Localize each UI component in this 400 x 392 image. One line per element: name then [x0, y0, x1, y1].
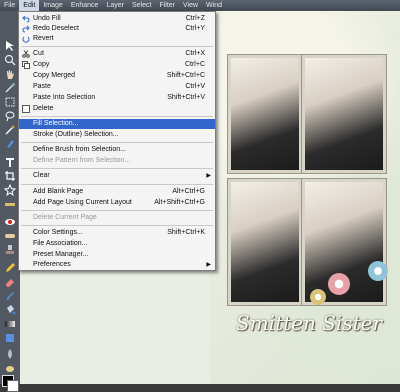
menu-file[interactable]: File: [0, 0, 19, 11]
sponge-tool-icon[interactable]: [3, 361, 16, 374]
menu-item-copy[interactable]: Copy Ctrl+C: [19, 60, 215, 70]
menu-item-copy-merged[interactable]: Copy Merged Shift+Ctrl+C: [19, 71, 215, 81]
menu-separator: [21, 168, 213, 169]
menu-item-clear[interactable]: Clear ▶: [19, 171, 215, 181]
menu-window[interactable]: Wind: [202, 0, 226, 11]
lasso-tool-icon[interactable]: [3, 109, 16, 122]
brush-tool-icon[interactable]: [3, 289, 16, 302]
paint-bucket-icon[interactable]: [3, 303, 16, 316]
flower-decoration: [328, 273, 350, 295]
flower-decoration-gold: [310, 289, 326, 305]
menu-filter[interactable]: Filter: [155, 0, 179, 11]
scrapbook-page: Smitten Sister: [210, 11, 400, 384]
menu-item-delete-current-page[interactable]: Delete Current Page: [19, 213, 215, 223]
blur-tool-icon[interactable]: [3, 347, 16, 360]
menu-view[interactable]: View: [179, 0, 202, 11]
zoom-tool-icon[interactable]: [3, 53, 16, 66]
move-tool-icon[interactable]: [3, 39, 16, 52]
menu-item-add-page-current-layout[interactable]: Add Page Using Current Layout Alt+Shift+…: [19, 198, 215, 208]
menu-select[interactable]: Select: [128, 0, 155, 11]
menu-item-color-settings[interactable]: Color Settings... Shift+Ctrl+K: [19, 228, 215, 238]
crop-tool-icon[interactable]: [3, 169, 16, 182]
color-swatch-icon[interactable]: [2, 375, 19, 392]
menu-separator: [21, 46, 213, 47]
type-tool-icon[interactable]: [3, 155, 16, 168]
menu-enhance[interactable]: Enhance: [67, 0, 103, 11]
eyedropper-icon[interactable]: [3, 81, 16, 94]
menu-item-preferences[interactable]: Preferences ▶: [19, 260, 215, 270]
photo-top-left: [228, 55, 302, 173]
hand-tool-icon[interactable]: [3, 67, 16, 80]
cookie-cutter-icon[interactable]: [3, 183, 16, 196]
menu-item-undo[interactable]: Undo Fill Ctrl+Z: [19, 14, 215, 24]
photo-bottom-left: [228, 179, 302, 305]
menu-item-define-pattern[interactable]: Define Pattern from Selection...: [19, 156, 215, 166]
menu-separator: [21, 225, 213, 226]
menu-layer[interactable]: Layer: [102, 0, 128, 11]
magic-wand-icon[interactable]: [3, 123, 16, 136]
eraser-tool-icon[interactable]: [3, 275, 16, 288]
spot-healing-icon[interactable]: [3, 229, 16, 242]
marquee-tool-icon[interactable]: [3, 95, 16, 108]
pencil-tool-icon[interactable]: [3, 261, 16, 274]
menu-image[interactable]: Image: [39, 0, 66, 11]
menu-item-paste[interactable]: Paste Ctrl+V: [19, 82, 215, 92]
submenu-arrow-icon: ▶: [206, 262, 211, 268]
menu-item-preset-manager[interactable]: Preset Manager...: [19, 250, 215, 260]
menu-item-redo[interactable]: Redo Deselect Ctrl+Y: [19, 24, 215, 34]
menu-separator: [21, 116, 213, 117]
menu-item-revert[interactable]: Revert: [19, 34, 215, 44]
cut-icon: [22, 50, 30, 58]
menu-item-delete[interactable]: Delete: [19, 104, 215, 114]
menu-separator: [21, 184, 213, 185]
selection-brush-icon[interactable]: [3, 137, 16, 150]
gradient-tool-icon[interactable]: [3, 317, 16, 330]
menu-item-file-association[interactable]: File Association...: [19, 239, 215, 249]
menu-item-stroke-selection[interactable]: Stroke (Outline) Selection...: [19, 130, 215, 140]
menu-separator: [21, 142, 213, 143]
straighten-tool-icon[interactable]: [3, 197, 16, 210]
photo-top-right: [302, 55, 386, 173]
menu-item-add-blank-page[interactable]: Add Blank Page Alt+Ctrl+G: [19, 187, 215, 197]
undo-icon: [22, 15, 30, 23]
clone-stamp-icon[interactable]: [3, 243, 16, 256]
menu-item-paste-into-selection[interactable]: Paste Into Selection Shift+Ctrl+V: [19, 93, 215, 103]
flower-decoration-blue: [368, 261, 388, 281]
shape-tool-icon[interactable]: [3, 331, 16, 344]
red-eye-icon[interactable]: [3, 215, 16, 228]
menu-separator: [21, 210, 213, 211]
edit-menu-dropdown: Undo Fill Ctrl+Z Redo Deselect Ctrl+Y Re…: [18, 11, 216, 271]
menu-edit[interactable]: Edit: [19, 0, 40, 11]
revert-icon: [22, 36, 30, 43]
menu-item-define-brush[interactable]: Define Brush from Selection...: [19, 145, 215, 155]
title-art: Smitten Sister: [236, 311, 383, 335]
menu-item-fill-selection[interactable]: Fill Selection...: [19, 119, 215, 129]
menu-bar: File Edit Image Enhance Layer Select Fil…: [0, 0, 400, 11]
delete-icon: [22, 105, 30, 113]
submenu-arrow-icon: ▶: [206, 173, 211, 179]
redo-icon: [22, 25, 30, 33]
menu-item-cut[interactable]: Cut Ctrl+X: [19, 49, 215, 59]
copy-icon: [22, 61, 30, 69]
